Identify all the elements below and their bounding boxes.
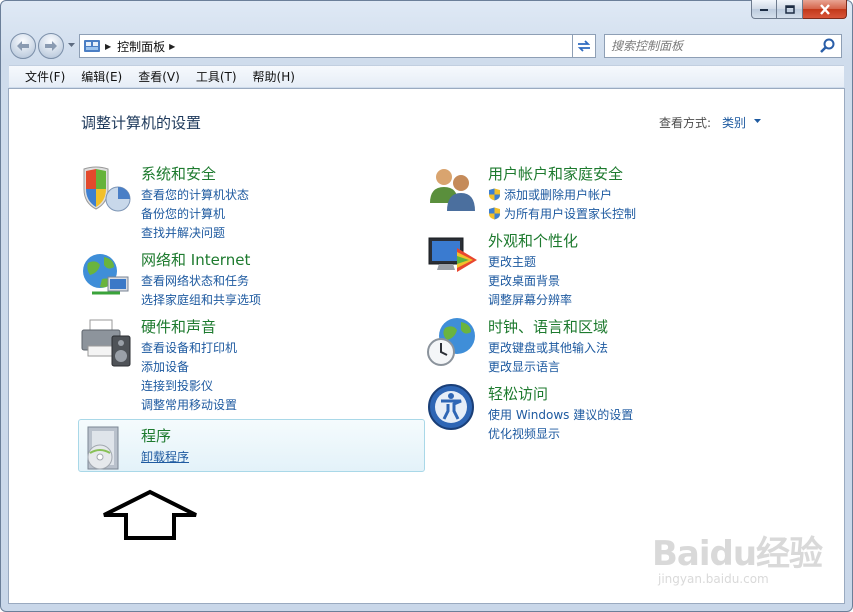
link-add-remove-accounts-label: 添加或删除用户帐户 xyxy=(504,188,613,202)
link-connect-projector[interactable]: 连接到投影仪 xyxy=(141,377,237,396)
minimize-icon xyxy=(760,9,768,11)
link-devices-printers[interactable]: 查看设备和打印机 xyxy=(141,339,237,358)
link-optimize-visual-display[interactable]: 优化视频显示 xyxy=(488,425,633,444)
search-input[interactable] xyxy=(611,39,819,53)
search-icon[interactable] xyxy=(819,37,837,55)
refresh-icon xyxy=(577,40,591,52)
category-title[interactable]: 时钟、语言和区域 xyxy=(488,316,608,337)
search-box[interactable] xyxy=(604,34,842,58)
close-button[interactable] xyxy=(803,0,847,19)
close-icon xyxy=(819,3,830,15)
category-title[interactable]: 用户帐户和家庭安全 xyxy=(488,163,623,184)
link-change-display-language[interactable]: 更改显示语言 xyxy=(488,358,608,377)
clock-globe-icon xyxy=(427,318,475,366)
link-change-keyboard[interactable]: 更改键盘或其他输入法 xyxy=(488,339,608,358)
back-button[interactable] xyxy=(10,33,36,59)
menu-view[interactable]: 查看(V) xyxy=(130,66,188,87)
watermark-brand: Baidu经验 xyxy=(652,534,823,574)
minimize-button[interactable] xyxy=(751,0,777,19)
category-title[interactable]: 轻松访问 xyxy=(488,383,548,404)
menu-edit[interactable]: 编辑(E) xyxy=(73,66,130,87)
view-by-dropdown[interactable]: 类别 xyxy=(722,114,746,131)
caption-buttons xyxy=(751,0,847,19)
shield-icon xyxy=(83,166,131,212)
forward-button[interactable] xyxy=(38,33,64,59)
link-add-remove-accounts[interactable]: 添加或删除用户帐户 xyxy=(488,186,636,205)
menu-tools[interactable]: 工具(T) xyxy=(188,66,245,87)
breadcrumb-child-arrow-icon[interactable]: ▶ xyxy=(169,42,175,51)
globe-network-icon xyxy=(83,254,129,295)
link-backup-computer[interactable]: 备份您的计算机 xyxy=(141,205,249,224)
link-homegroup-sharing[interactable]: 选择家庭组和共享选项 xyxy=(141,291,261,310)
breadcrumb-control-panel[interactable]: 控制面板 xyxy=(117,38,165,55)
annotation-arrow-up-icon xyxy=(103,489,197,540)
link-mobility-settings[interactable]: 调整常用移动设置 xyxy=(141,396,237,415)
breadcrumb-separator-icon[interactable]: ▶ xyxy=(105,42,111,51)
watermark-url: jingyan.baidu.com xyxy=(658,572,769,586)
printer-icon xyxy=(81,319,131,367)
link-network-status[interactable]: 查看网络状态和任务 xyxy=(141,272,261,291)
link-change-background[interactable]: 更改桌面背景 xyxy=(488,272,572,291)
menu-bar: 文件(F) 编辑(E) 查看(V) 工具(T) 帮助(H) xyxy=(9,65,844,87)
programs-icon xyxy=(87,426,119,470)
link-uninstall-program[interactable]: 卸载程序 xyxy=(141,448,189,467)
arrow-left-icon xyxy=(17,41,29,51)
link-view-computer-status[interactable]: 查看您的计算机状态 xyxy=(141,186,249,205)
menu-help[interactable]: 帮助(H) xyxy=(245,66,303,87)
chevron-down-icon[interactable] xyxy=(753,118,762,125)
view-by-label: 查看方式: xyxy=(659,116,712,130)
link-troubleshoot[interactable]: 查找并解决问题 xyxy=(141,224,249,243)
category-title[interactable]: 网络和 Internet xyxy=(141,249,250,270)
address-bar[interactable]: ▶ 控制面板 ▶ xyxy=(79,34,596,58)
link-parental-controls-label: 为所有用户设置家长控制 xyxy=(504,207,637,221)
category-title[interactable]: 系统和安全 xyxy=(141,163,216,184)
link-screen-resolution[interactable]: 调整屏幕分辨率 xyxy=(488,291,572,310)
navigation-buttons xyxy=(10,33,78,59)
recent-pages-dropdown[interactable] xyxy=(67,41,76,49)
link-add-device[interactable]: 添加设备 xyxy=(141,358,237,377)
uac-shield-icon xyxy=(489,188,500,201)
monitor-color-icon xyxy=(428,237,477,272)
arrow-right-icon xyxy=(45,41,57,51)
ease-of-access-icon xyxy=(428,384,474,430)
maximize-icon xyxy=(784,4,795,14)
baidu-watermark: Baidu经验 jingyan.baidu.com xyxy=(652,520,842,594)
maximize-button[interactable] xyxy=(777,0,803,19)
category-title[interactable]: 外观和个性化 xyxy=(488,230,578,251)
control-panel-icon xyxy=(84,40,100,52)
category-title[interactable]: 硬件和声音 xyxy=(141,316,216,337)
link-parental-controls[interactable]: 为所有用户设置家长控制 xyxy=(488,205,636,224)
menu-file[interactable]: 文件(F) xyxy=(17,66,73,87)
category-title[interactable]: 程序 xyxy=(141,425,171,446)
link-recommended-settings[interactable]: 使用 Windows 建议的设置 xyxy=(488,406,633,425)
page-title: 调整计算机的设置 xyxy=(81,114,202,132)
users-icon xyxy=(430,169,475,211)
refresh-button[interactable] xyxy=(572,34,596,58)
uac-shield-icon xyxy=(489,207,500,220)
link-change-theme[interactable]: 更改主题 xyxy=(488,253,572,272)
